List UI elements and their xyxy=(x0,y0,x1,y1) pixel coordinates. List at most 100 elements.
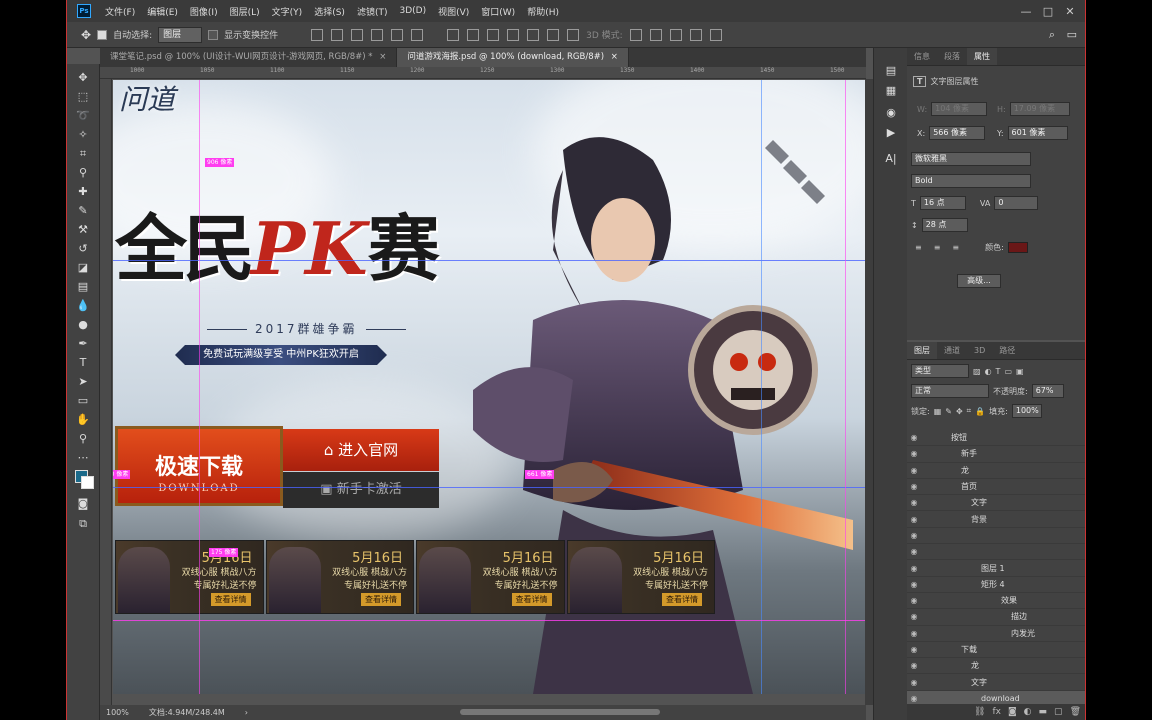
guide-line[interactable] xyxy=(113,487,865,488)
font-size-field[interactable]: 16 点 xyxy=(919,196,966,210)
official-site-button[interactable]: ⌂ 进入官网 xyxy=(283,429,439,471)
layer-row[interactable]: ◉ 矩形 4 xyxy=(907,577,1085,593)
layer-row[interactable]: ◉ 图层 1 xyxy=(907,560,1085,577)
marquee-icon[interactable]: ⬚ xyxy=(75,89,91,105)
layer-row[interactable]: ◉ 首页 xyxy=(907,479,1085,496)
distribute-hcenter-icon[interactable] xyxy=(527,28,540,41)
menu-help[interactable]: 帮助(H) xyxy=(521,5,565,18)
visibility-eye-icon[interactable]: ◉ xyxy=(907,547,921,556)
history-brush-icon[interactable]: ↺ xyxy=(75,241,91,257)
text-color-swatch[interactable] xyxy=(1007,242,1028,253)
y-field[interactable]: 601 像素 xyxy=(1007,126,1068,140)
healing-icon[interactable]: ✚ xyxy=(75,184,91,200)
layer-row[interactable]: ◉ 新手 xyxy=(907,446,1085,463)
visibility-eye-icon[interactable]: ◉ xyxy=(907,482,921,491)
menu-3d[interactable]: 3D(D) xyxy=(393,6,432,16)
menu-filter[interactable]: 滤镜(T) xyxy=(351,5,394,18)
font-style-select[interactable]: Bold xyxy=(911,174,1031,188)
align-top-icon[interactable] xyxy=(311,28,324,41)
visibility-eye-icon[interactable]: ◉ xyxy=(907,596,921,605)
event-card[interactable]: 5月16日 双线心服 棋战八方 专属好礼送不停 查看详情 xyxy=(566,540,715,614)
align-hcenter-icon[interactable] xyxy=(391,28,404,41)
menu-edit[interactable]: 编辑(E) xyxy=(141,5,184,18)
tab-paragraph[interactable]: 段落 xyxy=(937,48,967,65)
document-canvas[interactable]: 问道 全民PK赛 2017群雄争霸 免费试玩满级享受 中州PK狂欢开启 极速下载… xyxy=(113,80,865,694)
event-card[interactable]: 5月16日 双线心服 棋战八方 专属好礼送不停 查看详情 xyxy=(265,540,414,614)
menu-view[interactable]: 视图(V) xyxy=(432,5,475,18)
guide-line[interactable] xyxy=(113,620,865,621)
visibility-eye-icon[interactable]: ◉ xyxy=(907,498,921,507)
visibility-eye-icon[interactable]: ◉ xyxy=(907,531,921,540)
tab-layers[interactable]: 图层 xyxy=(907,342,937,359)
orbit-3d-icon[interactable] xyxy=(629,28,642,41)
tab-properties[interactable]: 属性 xyxy=(967,48,997,65)
card-more-button[interactable]: 查看详情 xyxy=(662,593,702,606)
zoom-icon[interactable]: ⚲ xyxy=(75,431,91,447)
card-more-button[interactable]: 查看详情 xyxy=(210,593,251,606)
pen-icon[interactable]: ✒ xyxy=(75,336,91,352)
menu-type[interactable]: 文字(Y) xyxy=(266,5,309,18)
newbie-code-button[interactable]: ▣ 新手卡激活 xyxy=(283,472,439,508)
distribute-right-icon[interactable] xyxy=(547,28,560,41)
visibility-eye-icon[interactable]: ◉ xyxy=(907,580,921,589)
visibility-eye-icon[interactable]: ◉ xyxy=(907,645,921,654)
layer-filter-select[interactable]: 类型 xyxy=(911,364,969,378)
magic-wand-icon[interactable]: ✧ xyxy=(75,127,91,143)
quick-mask-icon[interactable]: ◙ xyxy=(75,496,91,512)
visibility-eye-icon[interactable]: ◉ xyxy=(907,515,921,524)
screen-mode-icon[interactable]: ⧉ xyxy=(75,516,91,532)
new-layer-icon[interactable]: ▢ xyxy=(1054,707,1063,717)
distribute-bottom-icon[interactable] xyxy=(487,28,500,41)
add-mask-icon[interactable]: ◙ xyxy=(1008,707,1017,717)
brush-icon[interactable]: ✎ xyxy=(75,203,91,219)
font-family-select[interactable]: 微软雅黑 xyxy=(911,152,1031,166)
distribute-top-icon[interactable] xyxy=(447,28,460,41)
workspace-icon[interactable]: ▭ xyxy=(1067,28,1077,41)
visibility-eye-icon[interactable]: ◉ xyxy=(907,661,921,670)
hand-icon[interactable]: ✋ xyxy=(75,412,91,428)
width-field[interactable]: 104 像素 xyxy=(931,102,988,116)
layer-row[interactable]: ◉ xyxy=(907,544,1085,561)
background-color-swatch[interactable] xyxy=(81,476,94,489)
auto-select-checkbox[interactable] xyxy=(97,29,108,40)
lock-pixels-icon[interactable]: ▦ xyxy=(934,407,942,416)
visibility-eye-icon[interactable]: ◉ xyxy=(907,433,921,442)
visibility-eye-icon[interactable]: ◉ xyxy=(907,612,921,621)
distribute-left-icon[interactable] xyxy=(507,28,520,41)
advanced-button[interactable]: 高级... xyxy=(957,274,1001,288)
layer-row[interactable]: ◉ 龙 xyxy=(907,658,1085,675)
layer-row[interactable]: ◉ 效果 xyxy=(907,593,1085,610)
new-group-icon[interactable]: ▬ xyxy=(1039,707,1048,717)
guide-line[interactable] xyxy=(199,80,200,694)
trash-icon[interactable]: 🗑 xyxy=(1070,707,1081,717)
layer-row[interactable]: ◉ 文字 xyxy=(907,674,1085,691)
menu-image[interactable]: 图像(I) xyxy=(184,5,224,18)
path-select-icon[interactable]: ➤ xyxy=(75,374,91,390)
tab-channels[interactable]: 通道 xyxy=(937,342,967,359)
lock-all-icon[interactable]: 🔒 xyxy=(975,407,985,416)
tab-info[interactable]: 信息 xyxy=(907,48,937,65)
blend-mode-select[interactable]: 正常 xyxy=(911,384,989,398)
eraser-icon[interactable]: ◪ xyxy=(75,260,91,276)
layer-row[interactable]: ◉ xyxy=(907,528,1085,545)
filter-shape-icon[interactable]: ▭ xyxy=(1004,367,1012,376)
tab-paths[interactable]: 路径 xyxy=(992,342,1022,359)
visibility-eye-icon[interactable]: ◉ xyxy=(907,629,921,638)
move-icon[interactable]: ✥ xyxy=(75,70,91,86)
align-left-text-icon[interactable]: ≡ xyxy=(915,243,922,252)
tab-poster[interactable]: 问道游戏海报.psd @ 100% (download, RGB/8#) × xyxy=(397,48,629,67)
align-center-text-icon[interactable]: ≡ xyxy=(934,243,941,252)
filter-smart-icon[interactable]: ▣ xyxy=(1016,367,1024,376)
visibility-eye-icon[interactable]: ◉ xyxy=(907,466,921,475)
crop-icon[interactable]: ⌗ xyxy=(75,146,91,162)
stamp-icon[interactable]: ⚒ xyxy=(75,222,91,238)
edit-toolbar-icon[interactable]: ⋯ xyxy=(75,450,91,466)
canvas-vertical-scrollbar[interactable] xyxy=(865,79,873,705)
zoom-level[interactable]: 100% xyxy=(106,708,129,717)
leading-field[interactable]: 28 点 xyxy=(921,218,968,232)
align-right-icon[interactable] xyxy=(411,28,424,41)
filter-adjust-icon[interactable]: ◐ xyxy=(985,367,992,376)
type-icon[interactable]: T xyxy=(75,355,91,371)
distribute-vcenter-icon[interactable] xyxy=(467,28,480,41)
guide-line[interactable] xyxy=(845,80,846,694)
